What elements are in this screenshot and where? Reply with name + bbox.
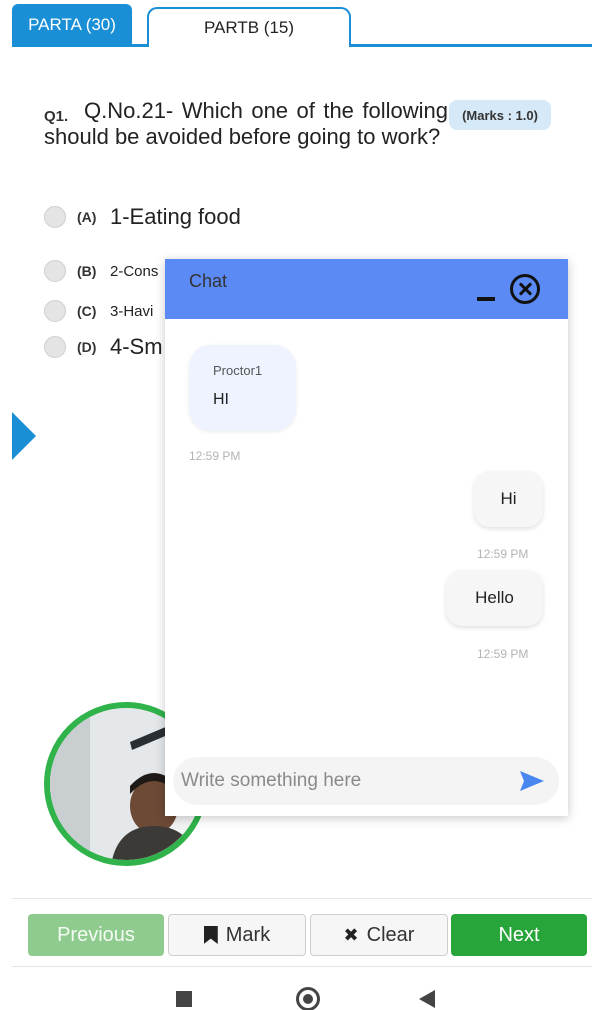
marks-badge: (Marks : 1.0) <box>449 100 551 130</box>
option-letter: (A) <box>77 209 97 225</box>
send-icon[interactable] <box>518 769 546 793</box>
chat-panel: Chat Proctor1 HI 12:59 PM Hi 12:59 PM He… <box>165 259 568 816</box>
next-button[interactable]: Next <box>451 914 587 956</box>
home-icon[interactable] <box>296 987 320 1010</box>
option-text: 4-Sm <box>110 334 163 359</box>
mark-button[interactable]: Mark <box>168 914 306 956</box>
outgoing-message: Hello <box>446 570 543 626</box>
message-timestamp: 12:59 PM <box>477 547 529 561</box>
chat-message-input[interactable] <box>181 763 501 799</box>
divider <box>12 966 592 967</box>
recent-apps-icon[interactable] <box>176 991 192 1007</box>
triangle-right-icon[interactable] <box>12 412 36 460</box>
option-a[interactable]: (A) 1-Eating food <box>44 202 241 232</box>
chat-input-bar <box>173 757 559 805</box>
option-text: 1-Eating food <box>110 204 241 229</box>
back-icon[interactable] <box>419 990 435 1008</box>
mark-label: Mark <box>225 923 271 946</box>
message-sender: Proctor1 <box>213 363 263 378</box>
message-timestamp: 12:59 PM <box>189 449 241 463</box>
tab-parta[interactable]: PARTA (30) <box>12 4 132 46</box>
section-tabs: PARTA (30) PARTB (15) <box>0 0 592 48</box>
radio-button[interactable] <box>44 336 66 358</box>
divider <box>12 898 592 899</box>
question-text: Q.No.21- Which one of the following shou… <box>44 98 448 149</box>
option-d[interactable]: (D) 4-Sm <box>44 332 163 362</box>
message-timestamp: 12:59 PM <box>477 647 529 661</box>
option-letter: (D) <box>77 339 97 355</box>
message-text: HI <box>213 391 229 408</box>
option-letter: (B) <box>77 263 97 279</box>
option-c[interactable]: (C) 3-Havi <box>44 296 153 326</box>
radio-button[interactable] <box>44 300 66 322</box>
clear-button[interactable]: ✖ Clear <box>310 914 448 956</box>
minimize-icon[interactable] <box>477 297 495 301</box>
clear-label: Clear <box>366 923 415 946</box>
close-circle-icon[interactable] <box>510 274 540 304</box>
bookmark-icon <box>203 926 218 944</box>
option-letter: (C) <box>77 303 97 319</box>
radio-button[interactable] <box>44 260 66 282</box>
option-text: 2-Cons <box>110 262 159 280</box>
x-icon: ✖ <box>343 924 359 945</box>
chat-header: Chat <box>165 259 568 319</box>
outgoing-message: Hi <box>474 471 543 527</box>
tab-partb[interactable]: PARTB (15) <box>147 7 351 47</box>
incoming-message: Proctor1 HI <box>189 345 296 431</box>
previous-button[interactable]: Previous <box>28 914 164 956</box>
chat-title: Chat <box>189 271 228 291</box>
option-text: 3-Havi <box>110 302 154 320</box>
option-b[interactable]: (B) 2-Cons <box>44 256 158 286</box>
radio-button[interactable] <box>44 206 66 228</box>
